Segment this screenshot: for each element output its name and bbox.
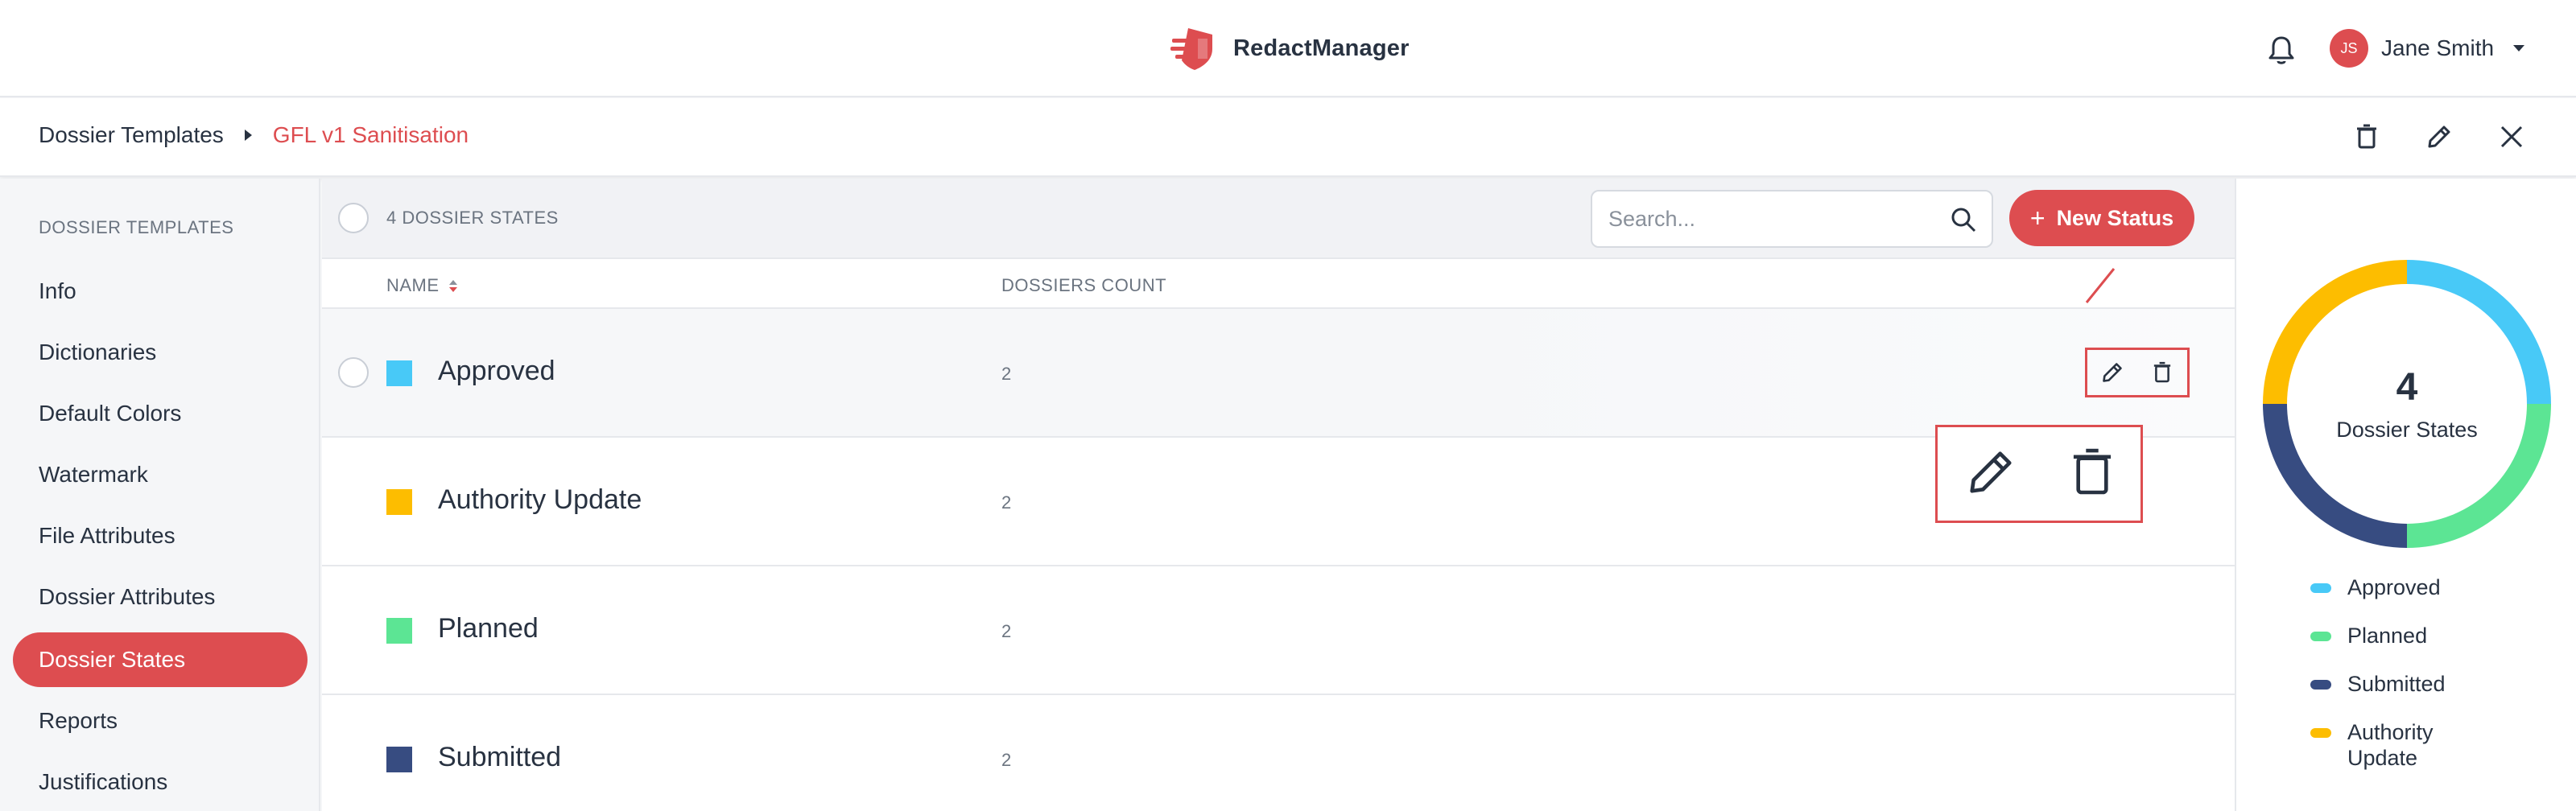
breadcrumb-current: GFL v1 Sanitisation <box>272 122 469 147</box>
search-icon[interactable] <box>1950 206 1977 233</box>
pencil-icon <box>1970 451 2012 493</box>
row-checkbox[interactable] <box>338 357 369 388</box>
legend-item: Authority Update <box>2310 719 2476 771</box>
sort-icon <box>448 279 457 292</box>
donut-center: 4 Dossier States <box>2260 257 2553 550</box>
states-summary-panel: 4 Dossier States Approved Planned Submit… <box>2235 179 2576 811</box>
search-box <box>1591 190 1993 248</box>
dossiers-count: 2 <box>1001 492 1012 513</box>
new-status-label: New Status <box>2056 205 2174 230</box>
sidebar-item-default-colors[interactable]: Default Colors <box>13 386 308 441</box>
chart-legend: Approved Planned Submitted Authority Upd… <box>2310 574 2476 793</box>
states-count-label: 4 DOSSIER STATES <box>386 208 559 228</box>
chevron-down-icon <box>2513 45 2525 51</box>
sidebar-item-dictionaries[interactable]: Dictionaries <box>13 325 308 380</box>
sidebar-item-justifications[interactable]: Justifications <box>13 755 308 809</box>
state-color-swatch <box>386 360 412 386</box>
state-color-swatch <box>386 618 412 644</box>
edit-state-button[interactable] <box>2096 356 2128 389</box>
trash-icon <box>2153 361 2171 383</box>
avatar: JS <box>2330 29 2368 68</box>
notifications-bell-icon[interactable] <box>2267 34 2296 66</box>
pencil-icon <box>2428 126 2450 148</box>
row-actions-callout <box>1935 425 2143 523</box>
breadcrumb-root-link[interactable]: Dossier Templates <box>39 122 224 148</box>
sidebar-item-file-attributes[interactable]: File Attributes <box>13 508 308 563</box>
breadcrumb: Dossier Templates GFL v1 Sanitisation <box>39 122 469 148</box>
dossiers-count: 2 <box>1001 750 1012 770</box>
delete-state-button[interactable] <box>2146 356 2178 389</box>
state-color-swatch <box>386 747 412 772</box>
pencil-icon <box>2103 363 2122 382</box>
dossiers-count: 2 <box>1001 621 1012 641</box>
column-header-dossiers-count[interactable]: DOSSIERS COUNT <box>1001 275 1166 296</box>
delete-template-button[interactable] <box>2347 117 2386 156</box>
table-row[interactable]: Planned 2 <box>322 566 2235 695</box>
breadcrumb-bar: Dossier Templates GFL v1 Sanitisation <box>0 98 2576 177</box>
legend-label: Submitted <box>2347 672 2446 696</box>
sidebar-item-reports[interactable]: Reports <box>13 694 308 748</box>
legend-label: Approved <box>2347 575 2441 599</box>
sidebar-item-dossier-attributes[interactable]: Dossier Attributes <box>13 570 308 624</box>
select-all-checkbox[interactable] <box>338 203 369 233</box>
new-status-button[interactable]: + New Status <box>2009 190 2194 246</box>
states-donut-chart: 4 Dossier States <box>2260 257 2553 550</box>
app-brand[interactable]: RedactManager <box>1170 23 1410 74</box>
state-name: Planned <box>438 613 539 644</box>
row-actions <box>2085 348 2190 397</box>
user-name: Jane Smith <box>2381 35 2495 60</box>
close-button[interactable] <box>2492 117 2531 156</box>
trash-icon <box>2357 124 2376 149</box>
dossier-states-table: 4 DOSSIER STATES + New Status NAME DOSSI… <box>322 179 2235 811</box>
column-header-name[interactable]: NAME <box>386 275 457 296</box>
table-row[interactable]: Approved 2 <box>322 309 2235 438</box>
dossiers-count: 2 <box>1001 364 1012 384</box>
legend-label: Authority Update <box>2347 720 2434 770</box>
plus-icon: + <box>2029 203 2046 233</box>
sidebar-section-title: DOSSIER TEMPLATES <box>39 217 234 237</box>
legend-label: Planned <box>2347 624 2428 648</box>
state-color-swatch <box>386 489 412 515</box>
legend-dot <box>2310 583 2331 593</box>
edit-template-button[interactable] <box>2420 117 2458 156</box>
legend-item: Submitted <box>2310 671 2476 697</box>
legend-dot <box>2310 728 2331 738</box>
legend-item: Planned <box>2310 623 2476 648</box>
user-menu[interactable]: JS Jane Smith <box>2330 27 2525 69</box>
delete-state-callout-button[interactable] <box>2072 447 2112 501</box>
state-name: Approved <box>438 356 555 386</box>
app-name: RedactManager <box>1233 35 1410 61</box>
table-row[interactable]: Submitted 2 <box>322 695 2235 811</box>
trash-icon <box>2073 448 2112 494</box>
sidebar-item-info[interactable]: Info <box>13 264 308 319</box>
chevron-right-icon <box>244 130 252 141</box>
states-total: 4 <box>2396 366 2418 409</box>
legend-dot <box>2310 632 2331 641</box>
table-toolbar: 4 DOSSIER STATES + New Status <box>322 179 2235 259</box>
state-name: Submitted <box>438 742 562 772</box>
table-header: NAME DOSSIERS COUNT <box>322 259 2235 309</box>
sidebar-item-dossier-states[interactable]: Dossier States <box>13 632 308 687</box>
sidebar-item-watermark[interactable]: Watermark <box>13 447 308 502</box>
close-icon <box>2500 126 2523 148</box>
legend-dot <box>2310 680 2331 690</box>
edit-state-callout-button[interactable] <box>1966 447 2016 501</box>
search-input[interactable] <box>1608 191 1930 246</box>
state-name: Authority Update <box>438 484 642 515</box>
legend-item: Approved <box>2310 574 2476 600</box>
states-total-label: Dossier States <box>2336 418 2478 442</box>
template-actions <box>2347 117 2531 156</box>
redactmanager-logo-icon <box>1170 28 1212 70</box>
sidebar: DOSSIER TEMPLATES Info Dictionaries Defa… <box>0 179 320 811</box>
top-bar: RedactManager JS Jane Smith <box>0 0 2576 97</box>
